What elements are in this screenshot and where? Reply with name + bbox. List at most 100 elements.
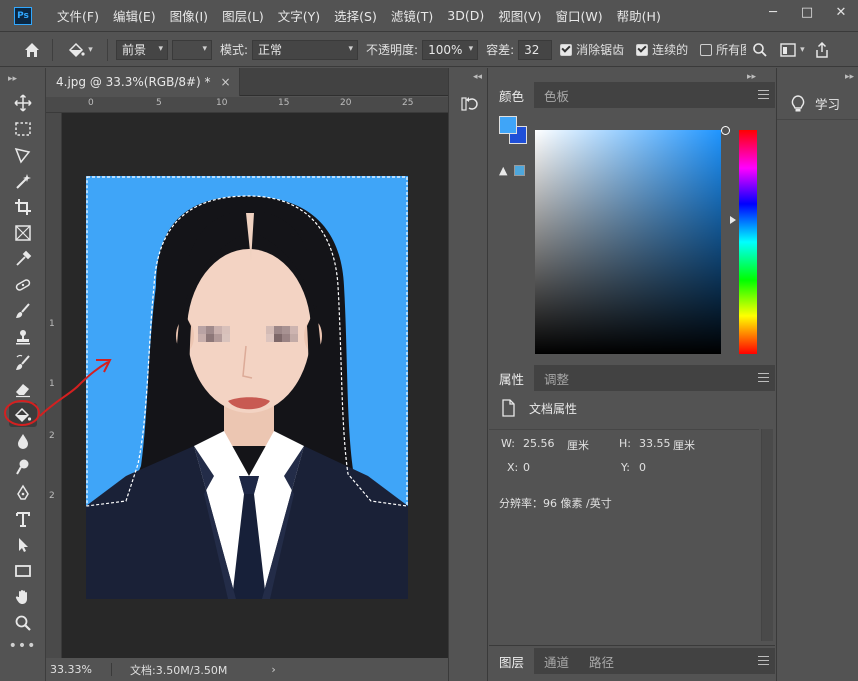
opacity-input[interactable]: 100% ▾ <box>422 39 479 60</box>
antialias-checkbox[interactable] <box>560 43 573 56</box>
search-button[interactable] <box>752 42 768 58</box>
type-icon <box>16 512 30 527</box>
panel-menu-icon[interactable] <box>758 373 769 382</box>
menu-select[interactable]: 选择(S) <box>327 6 384 25</box>
tab-swatches[interactable]: 色板 <box>534 82 579 108</box>
out-of-gamut-warning-icon[interactable]: ▲ <box>499 164 507 177</box>
ruler-label: 5 <box>156 98 162 108</box>
menu-filter[interactable]: 滤镜(T) <box>384 6 440 25</box>
rectangle-icon <box>15 565 31 577</box>
collapse-strip-button[interactable]: ◂◂ <box>473 72 482 82</box>
history-panel-button[interactable] <box>459 94 479 114</box>
home-button[interactable] <box>20 38 44 62</box>
zoom-tool[interactable] <box>0 610 46 636</box>
hue-slider[interactable] <box>739 130 757 354</box>
crop-tool[interactable] <box>0 194 46 220</box>
menu-layer[interactable]: 图层(L) <box>215 6 271 25</box>
hand-tool[interactable] <box>0 584 46 610</box>
y-value[interactable]: 0 <box>639 461 646 474</box>
type-tool[interactable] <box>0 506 46 532</box>
panel-menu-icon[interactable] <box>758 90 769 99</box>
tab-color[interactable]: 颜色 <box>489 82 535 108</box>
rectangle-tool[interactable] <box>0 558 46 584</box>
menu-view[interactable]: 视图(V) <box>491 6 548 25</box>
spot-healing-icon <box>15 279 31 291</box>
zoom-level[interactable]: 33.33% <box>46 663 112 676</box>
x-label: X: <box>507 461 519 474</box>
x-value[interactable]: 0 <box>523 461 530 474</box>
tab-layers[interactable]: 图层 <box>489 648 535 674</box>
learn-label: 学习 <box>815 97 841 112</box>
menu-type[interactable]: 文字(Y) <box>271 6 327 25</box>
menu-window[interactable]: 窗口(W) <box>549 6 610 25</box>
dodge-icon <box>16 459 29 475</box>
document-tab[interactable]: 4.jpg @ 33.3%(RGB/8#) * × <box>46 68 240 96</box>
status-menu-arrow[interactable]: › <box>271 663 275 676</box>
close-button[interactable]: ✕ <box>824 0 858 24</box>
all-layers-checkbox[interactable] <box>700 43 713 56</box>
maximize-button[interactable]: □ <box>790 0 824 24</box>
web-safe-color-swatch[interactable] <box>514 165 525 176</box>
clone-stamp-tool[interactable] <box>0 324 46 350</box>
close-tab-icon[interactable]: × <box>221 75 231 89</box>
foreground-color-swatch[interactable] <box>499 116 517 134</box>
antialias-label: 消除锯齿 <box>576 43 625 57</box>
width-value[interactable]: 25.56 <box>523 437 555 450</box>
tab-adjustments[interactable]: 调整 <box>534 365 579 391</box>
brush-tool[interactable] <box>0 298 46 324</box>
frame-tool[interactable] <box>0 220 46 246</box>
document-tab-title: 4.jpg @ 33.3%(RGB/8#) * <box>56 75 211 89</box>
collapse-dock-button[interactable]: ▸▸ <box>747 72 756 82</box>
menu-3d[interactable]: 3D(D) <box>440 8 491 23</box>
tolerance-input[interactable]: 32 <box>518 39 553 60</box>
properties-body: 文档属性 W: 25.56 厘米 H: 33.55 厘米 X: 0 Y: 0 分… <box>489 391 775 645</box>
tab-channels[interactable]: 通道 <box>534 648 579 674</box>
collapse-toolbar-button[interactable]: ▸▸ <box>0 68 45 90</box>
magic-wand-tool[interactable] <box>0 168 46 194</box>
color-picker-handle[interactable] <box>721 126 730 135</box>
marquee-tool[interactable] <box>0 116 46 142</box>
pen-tool[interactable] <box>0 480 46 506</box>
pasteboard[interactable] <box>62 113 448 658</box>
pattern-picker[interactable]: ▾ <box>172 39 212 60</box>
properties-panel: 属性 调整 文档属性 W: 25.56 厘米 H: 33.55 厘米 X: 0 … <box>489 365 775 646</box>
chevron-down-icon: ▾ <box>202 43 207 54</box>
workspace-switcher[interactable]: ▾ <box>780 42 805 57</box>
tool-preset-picker[interactable]: ▾ <box>61 38 99 62</box>
learn-panel-button[interactable]: 学习 <box>777 88 858 120</box>
lasso-tool[interactable] <box>0 142 46 168</box>
collapse-learn-dock-button[interactable]: ▸▸ <box>845 72 854 82</box>
menu-file[interactable]: 文件(F) <box>50 6 106 25</box>
y-label: Y: <box>621 461 630 474</box>
move-tool[interactable] <box>0 90 46 116</box>
hue-slider-handle[interactable] <box>730 216 736 224</box>
image-canvas[interactable] <box>86 176 408 599</box>
tab-properties[interactable]: 属性 <box>489 365 535 391</box>
properties-panel-tabs: 属性 调整 <box>489 365 775 391</box>
panel-menu-icon[interactable] <box>758 656 769 665</box>
height-value[interactable]: 33.55 <box>639 437 671 450</box>
contiguous-checkbox[interactable] <box>636 43 649 56</box>
menu-help[interactable]: 帮助(H) <box>610 6 668 25</box>
menu-edit[interactable]: 编辑(E) <box>106 6 163 25</box>
path-selection-tool[interactable] <box>0 532 46 558</box>
dodge-tool[interactable] <box>0 454 46 480</box>
chevron-down-icon: ▾ <box>88 44 93 55</box>
fill-source-select[interactable]: 前景 ▾ <box>116 39 168 60</box>
pen-icon <box>17 484 29 500</box>
properties-scrollbar[interactable] <box>761 429 773 641</box>
tab-paths[interactable]: 路径 <box>579 648 624 674</box>
mode-select[interactable]: 正常 ▾ <box>252 39 359 60</box>
minimize-button[interactable]: ─ <box>756 0 790 24</box>
eyedropper-tool[interactable] <box>0 246 46 272</box>
menu-image[interactable]: 图像(I) <box>163 6 215 25</box>
horizontal-ruler[interactable]: 0 5 10 15 20 25 <box>46 97 448 113</box>
document-icon <box>502 399 515 417</box>
color-panel-tabs: 颜色 色板 <box>489 82 775 108</box>
fill-source-value: 前景 <box>122 43 147 57</box>
saturation-brightness-field[interactable] <box>535 126 730 354</box>
mode-value: 正常 <box>258 43 283 57</box>
healing-brush-tool[interactable] <box>0 272 46 298</box>
share-button[interactable] <box>815 41 829 58</box>
more-tools-icon[interactable]: ••• <box>0 636 45 656</box>
